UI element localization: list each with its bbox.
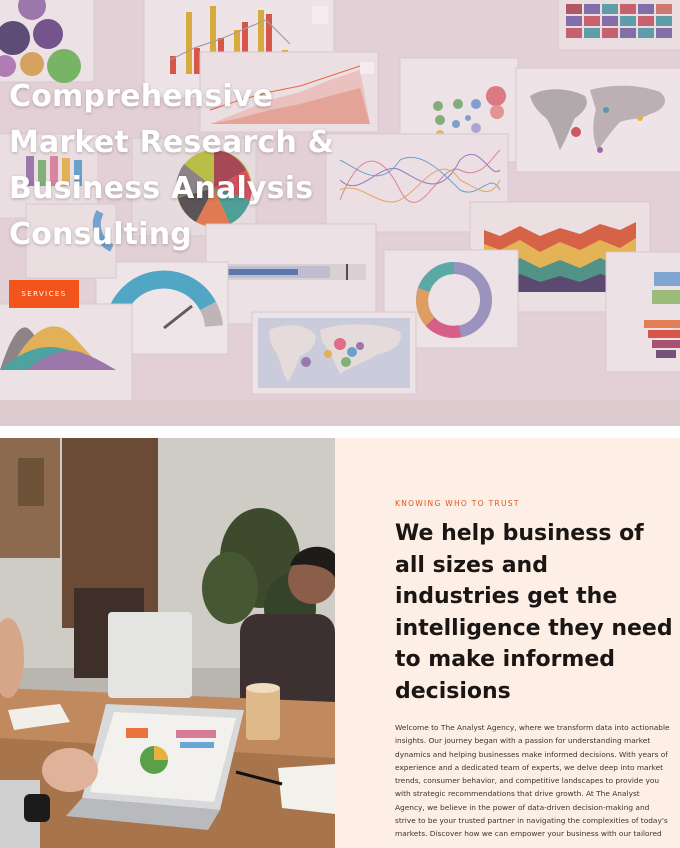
about-body-line: experience and a dedicated team of exper… (395, 762, 664, 772)
hero-title-line: Market Research & (9, 125, 335, 160)
about-body-line: insights. Our journey began with a passi… (395, 736, 651, 746)
about-heading-line: We help business of (395, 521, 644, 546)
about-body-line: trends, consumer behavior, and competiti… (395, 776, 660, 786)
about-heading-line: intelligence they need (395, 615, 673, 641)
about-heading-line: decisions (395, 678, 511, 704)
area-ridge-card (0, 303, 133, 403)
about-body-line: Welcome to The Analyst Agency, where we … (395, 723, 670, 732)
about-body-line: Agency, we believe in the power of data-… (395, 802, 650, 812)
about-heading-line: industries get the (395, 584, 618, 609)
about-heading: We help business of all sizes and indust… (395, 518, 680, 707)
about-body-line: strive to be your trusted partner in nav… (395, 816, 668, 826)
about-body-text: Welcome to The Analyst Agency, where we … (395, 721, 677, 841)
about-body-line: with strategic recommendations that driv… (395, 789, 640, 799)
hero-title: Comprehensive Market Research & Business… (9, 74, 349, 258)
about-body-line: dynamics and helping businesses make inf… (395, 749, 668, 759)
hero-title-line: Comprehensive (9, 79, 274, 114)
world-map-card (515, 67, 680, 173)
hero-title-line: Business Analysis (9, 171, 314, 206)
section-divider (0, 426, 680, 438)
about-section: KNOWING WHO TO TRUST We help business of… (335, 438, 680, 848)
bubble-chart-card (0, 0, 95, 83)
about-body-line: markets. Discover how we can empower you… (395, 829, 662, 839)
bubble-map-card (251, 311, 417, 395)
office-meeting-photo (0, 438, 335, 848)
heatmap-card (557, 0, 680, 51)
hero-section: Comprehensive Market Research & Business… (0, 0, 680, 428)
about-heading-line: all sizes and (395, 552, 548, 578)
office-photo-illustration (0, 438, 335, 848)
hero-title-line: Consulting (9, 217, 192, 252)
eyebrow-label: KNOWING WHO TO TRUST (395, 499, 520, 508)
funnel-chart-card (605, 251, 680, 373)
about-heading-line: to make informed (395, 647, 616, 672)
services-button[interactable]: SERVICES (9, 280, 79, 308)
